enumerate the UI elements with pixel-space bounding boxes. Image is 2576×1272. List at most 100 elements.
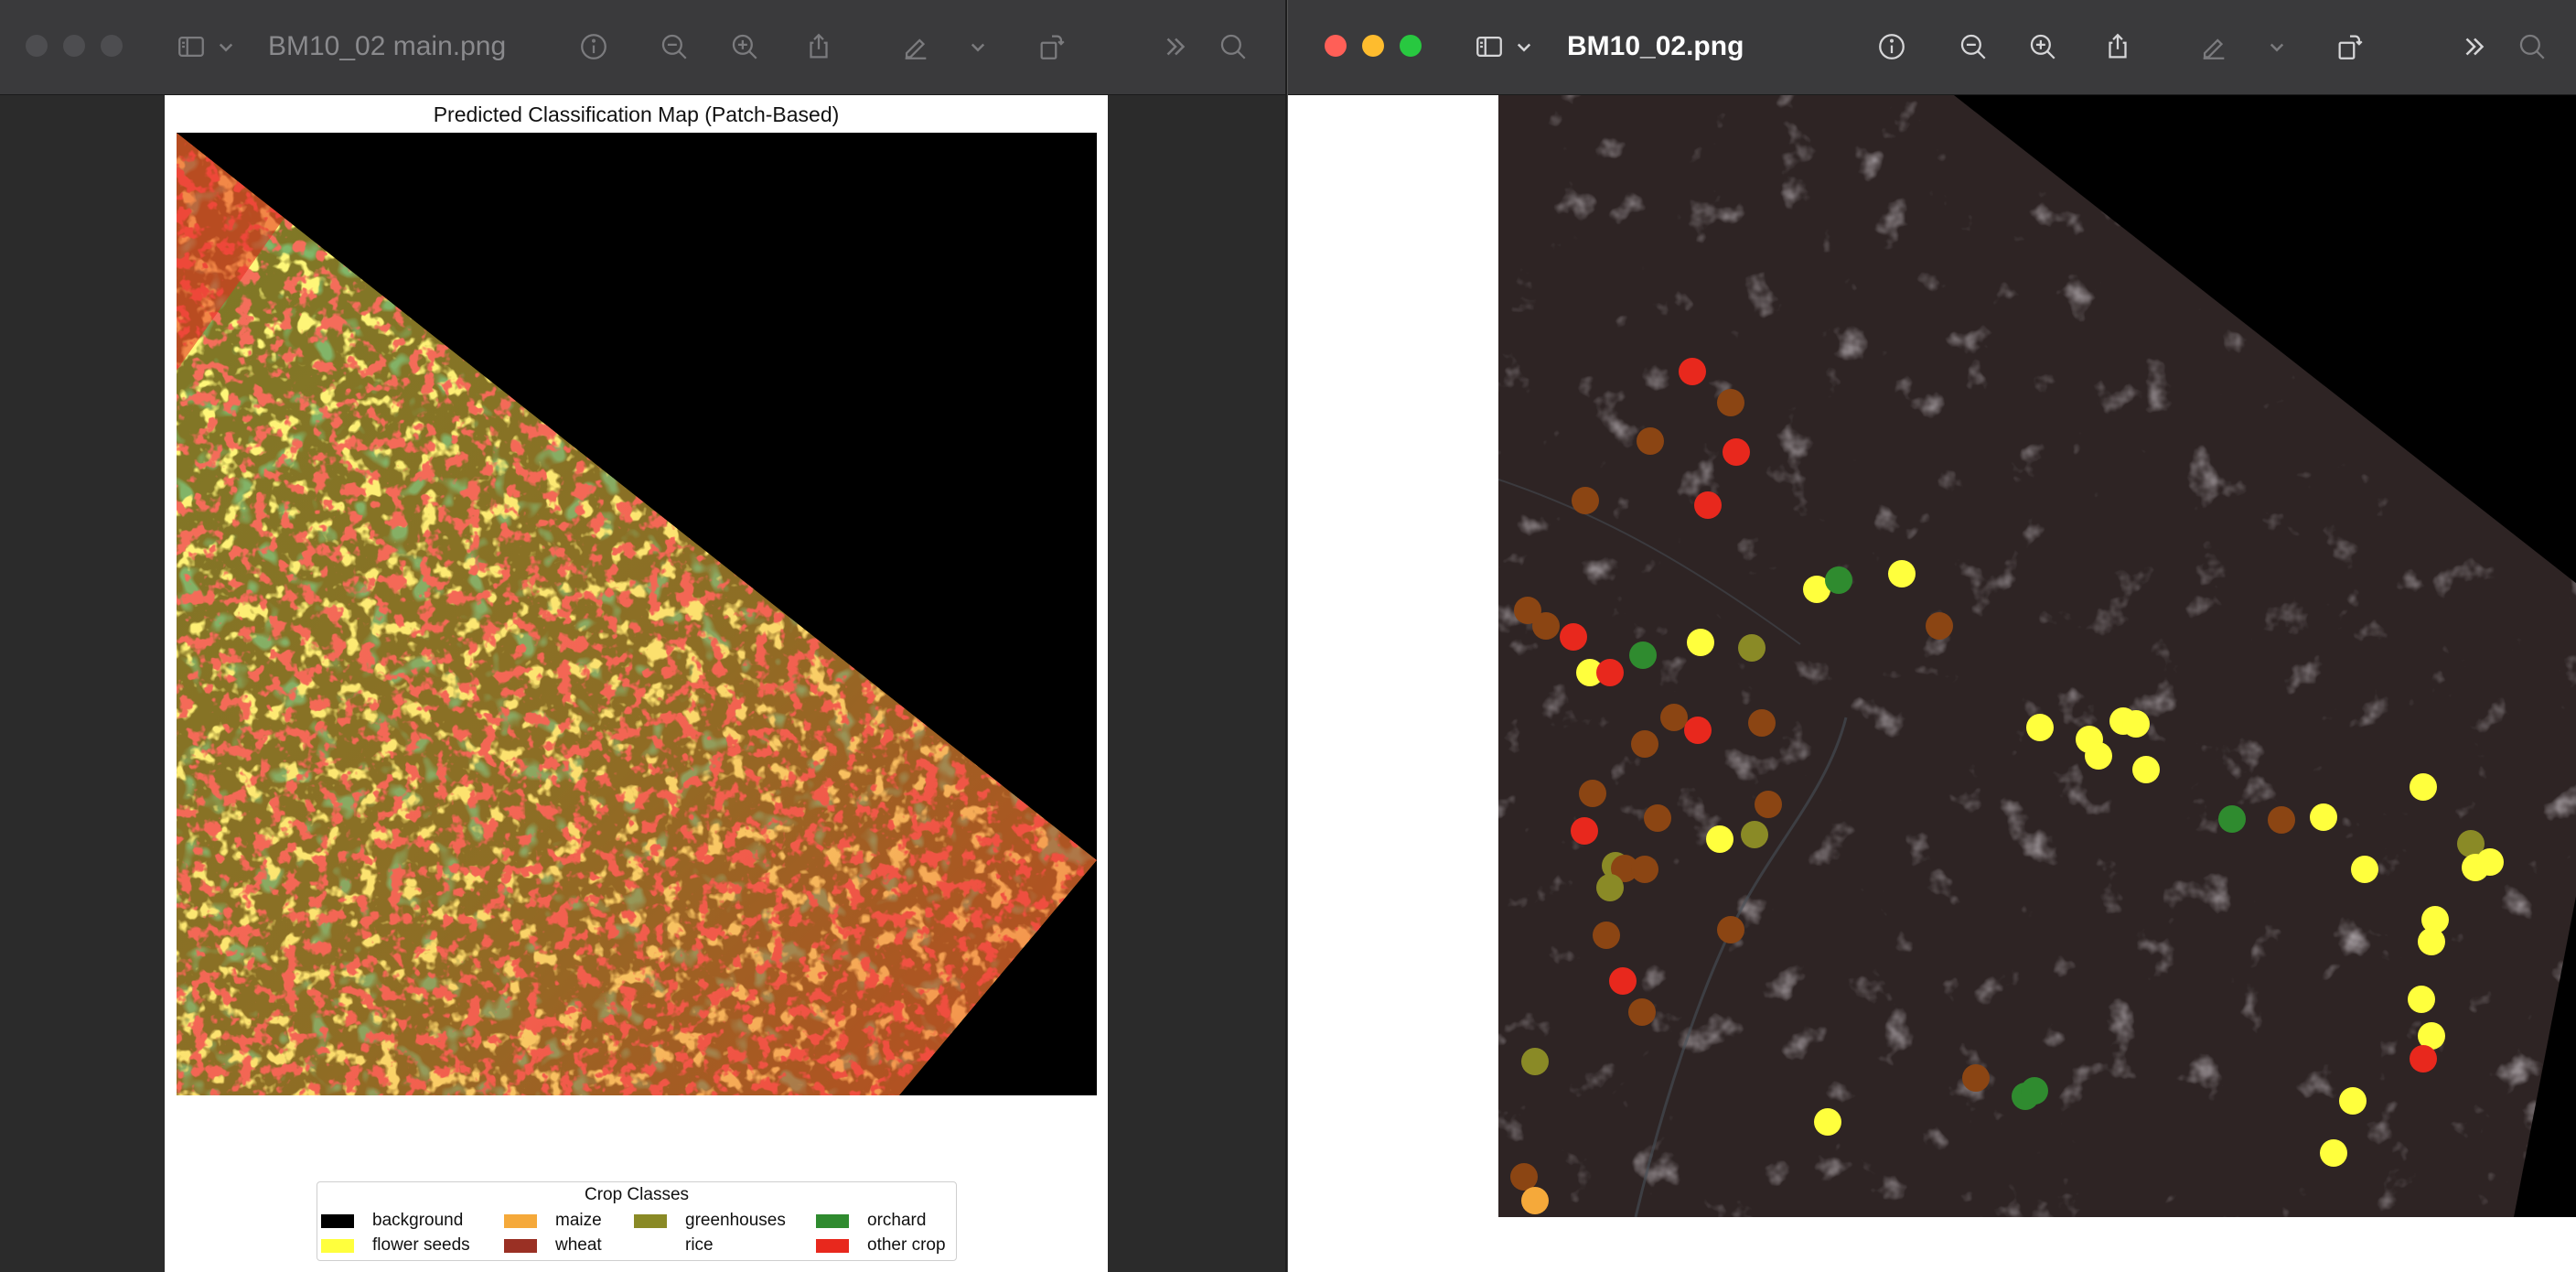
- point-wheat: [1637, 427, 1664, 455]
- legend-item-maize: maize: [504, 1210, 602, 1232]
- point-greenhouses: [1521, 1048, 1549, 1075]
- right-preview-window: BM10_02.png: [1287, 0, 2576, 1272]
- legend-item-wheat: wheat: [504, 1234, 602, 1256]
- chevron-down-icon[interactable]: [1510, 26, 1538, 68]
- rotate-icon[interactable]: [1031, 26, 1073, 68]
- close-button[interactable]: [1325, 35, 1347, 57]
- point-wheat: [1748, 709, 1776, 737]
- legend-swatch: [504, 1213, 537, 1228]
- legend-label: rice: [685, 1235, 714, 1255]
- chevron-down-icon[interactable]: [212, 26, 240, 68]
- legend-label: other crop: [867, 1235, 946, 1255]
- legend-label: wheat: [555, 1235, 602, 1255]
- left-toolbar: BM10_02 main.png: [0, 0, 1285, 95]
- rotate-icon[interactable]: [2329, 26, 2371, 68]
- pen-icon[interactable]: [2193, 26, 2235, 68]
- zoom-in-icon[interactable]: [724, 26, 766, 68]
- point-wheat: [1717, 916, 1744, 943]
- point-greenhouses: [1738, 634, 1766, 662]
- info-icon[interactable]: [1871, 26, 1913, 68]
- point-flower-seeds: [2418, 928, 2445, 955]
- right-document-area: [1288, 95, 2576, 1272]
- pen-icon[interactable]: [895, 26, 937, 68]
- point-flower-seeds: [2351, 856, 2378, 883]
- legend-item-orchard: orchard: [816, 1210, 926, 1232]
- legend-swatch: [321, 1238, 354, 1253]
- markup-chevron-icon[interactable]: [2263, 26, 2291, 68]
- point-orchard: [1629, 641, 1657, 669]
- legend-label: background: [372, 1211, 464, 1230]
- point-flower-seeds: [2339, 1087, 2367, 1115]
- point-other-crop: [1684, 717, 1712, 744]
- legend-label: maize: [555, 1211, 602, 1230]
- point-wheat: [1593, 922, 1620, 949]
- point-maize: [1521, 1187, 1549, 1214]
- point-wheat: [1660, 704, 1688, 731]
- point-flower-seeds: [2310, 803, 2337, 831]
- left-traffic-lights: [26, 35, 123, 57]
- point-wheat: [1644, 804, 1671, 832]
- point-other-crop: [1679, 358, 1706, 385]
- point-flower-seeds: [2408, 986, 2435, 1013]
- legend-swatch: [321, 1213, 354, 1228]
- point-flower-seeds: [1814, 1108, 1841, 1136]
- right-toolbar: BM10_02.png: [1288, 0, 2576, 95]
- legend: Crop Classes background flower seeds mai…: [317, 1181, 957, 1261]
- point-flower-seeds: [2410, 773, 2437, 801]
- zoom-in-icon[interactable]: [2022, 26, 2064, 68]
- legend-swatch: [504, 1238, 537, 1253]
- point-flower-seeds: [2132, 756, 2160, 783]
- point-flower-seeds: [2026, 714, 2054, 741]
- window-title: BM10_02 main.png: [268, 31, 507, 61]
- legend-label: flower seeds: [372, 1235, 470, 1255]
- more-chevrons-icon[interactable]: [1154, 26, 1197, 68]
- more-chevrons-icon[interactable]: [2453, 26, 2496, 68]
- left-preview-window: BM10_02 main.png Predicted Classificatio…: [0, 0, 1285, 1272]
- sidebar-icon[interactable]: [1468, 26, 1510, 68]
- minimize-button[interactable]: [63, 35, 85, 57]
- point-flower-seeds: [2320, 1139, 2347, 1167]
- sidebar-icon[interactable]: [170, 26, 212, 68]
- legend-item-greenhouses: greenhouses: [634, 1210, 786, 1232]
- point-wheat: [1926, 612, 1953, 640]
- search-icon[interactable]: [2511, 26, 2553, 68]
- legend-swatch: [816, 1213, 849, 1228]
- minimize-button[interactable]: [1362, 35, 1384, 57]
- point-flower-seeds: [1888, 560, 1916, 587]
- legend-label: orchard: [867, 1211, 927, 1230]
- point-wheat: [1631, 730, 1658, 758]
- point-wheat: [1628, 998, 1656, 1026]
- satellite-image: [1498, 95, 2576, 1217]
- right-traffic-lights: [1325, 35, 1422, 57]
- zoom-button[interactable]: [1400, 35, 1422, 57]
- point-wheat: [1631, 856, 1658, 883]
- point-greenhouses: [1596, 874, 1624, 901]
- info-icon[interactable]: [573, 26, 615, 68]
- search-icon[interactable]: [1212, 26, 1254, 68]
- legend-swatch: [634, 1238, 667, 1253]
- point-other-crop: [1596, 659, 1624, 686]
- point-flower-seeds: [2476, 848, 2504, 876]
- window-title: BM10_02.png: [1567, 31, 1744, 61]
- figure-title: Predicted Classification Map (Patch-Base…: [433, 102, 840, 126]
- legend-swatch: [634, 1213, 667, 1228]
- point-wheat: [1579, 780, 1606, 807]
- point-other-crop: [2410, 1045, 2437, 1073]
- point-wheat: [1532, 612, 1560, 640]
- point-wheat: [1717, 389, 1744, 416]
- point-flower-seeds: [1687, 629, 1714, 656]
- zoom-button[interactable]: [101, 35, 123, 57]
- point-flower-seeds: [1706, 825, 1733, 853]
- left-document-area: Predicted Classification Map (Patch-Base…: [0, 95, 1285, 1272]
- point-orchard: [1825, 566, 1852, 594]
- markup-chevron-icon[interactable]: [964, 26, 992, 68]
- share-icon[interactable]: [798, 26, 840, 68]
- share-icon[interactable]: [2097, 26, 2139, 68]
- legend-item-other-crop: other crop: [816, 1234, 946, 1256]
- close-button[interactable]: [26, 35, 48, 57]
- zoom-out-icon[interactable]: [1952, 26, 1994, 68]
- point-flower-seeds: [2122, 710, 2150, 738]
- legend-item-background: background: [321, 1210, 463, 1232]
- legend-item-flower-seeds: flower seeds: [321, 1234, 470, 1256]
- zoom-out-icon[interactable]: [653, 26, 695, 68]
